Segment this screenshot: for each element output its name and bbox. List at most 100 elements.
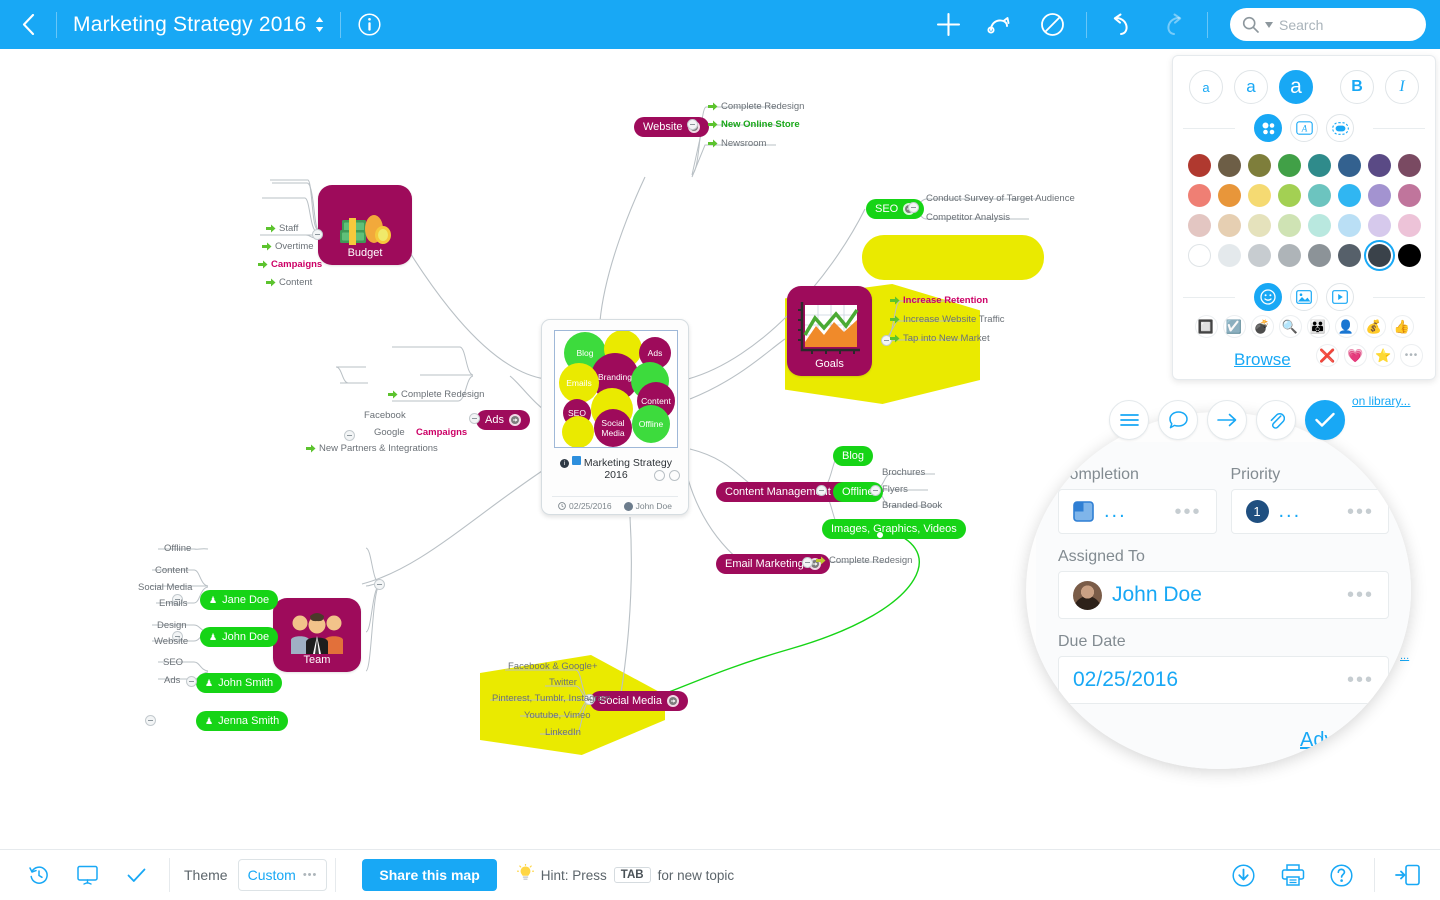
swatch[interactable] (1187, 214, 1211, 237)
sticker-error[interactable]: ❌ (1316, 344, 1339, 367)
topic-cm-blog[interactable]: Blog (833, 446, 874, 466)
sticker-family[interactable]: 👪 (1306, 315, 1330, 338)
topic-cm-flyers[interactable]: Flyers (882, 484, 908, 495)
redo-button[interactable] (1147, 0, 1199, 49)
text-color-tab[interactable]: A (1290, 114, 1318, 142)
topic-budget-content[interactable]: Content (266, 277, 312, 288)
swatch[interactable] (1337, 184, 1361, 207)
swatch[interactable] (1187, 244, 1211, 267)
icon-library-link[interactable]: on library... (1352, 394, 1410, 408)
swatch[interactable] (1217, 244, 1241, 267)
collapse-ads[interactable] (469, 413, 480, 424)
font-size-small-button[interactable]: a (1189, 70, 1223, 104)
sticker-money-bag[interactable]: 💰 (1362, 315, 1386, 338)
swatch[interactable] (1277, 244, 1301, 267)
browse-link[interactable]: Browse (1234, 350, 1291, 370)
topic-sm-facebook[interactable]: Facebook & Google+ (508, 661, 598, 672)
back-button[interactable] (0, 0, 56, 49)
sticker-heart[interactable]: 💗 (1344, 344, 1367, 367)
share-map-button[interactable]: Share this map (362, 859, 497, 891)
central-topic[interactable]: Blog Ads Branding Emails Content SEO Off… (541, 319, 689, 515)
topic-jenna-ads[interactable]: Ads (164, 675, 180, 686)
topic-sm-twitter[interactable]: Twitter (549, 677, 577, 688)
topic-jenna-seo[interactable]: SEO (163, 657, 183, 668)
swatch[interactable] (1247, 214, 1271, 237)
theme-more-icon[interactable]: ••• (303, 869, 318, 881)
topic-ads[interactable]: Ads (476, 410, 530, 430)
topic-team-jane-doe[interactable]: ♟ Jane Doe (200, 590, 279, 610)
note-badge-icon[interactable] (654, 470, 665, 481)
search-input[interactable]: Search (1230, 8, 1426, 41)
topic-cm-branded-book[interactable]: Branded Book (882, 500, 942, 511)
swatch[interactable] (1367, 214, 1391, 237)
swatch[interactable] (1307, 154, 1331, 177)
completion-field[interactable]: ... ••• (1058, 489, 1217, 534)
collapse-budget[interactable] (312, 229, 323, 240)
swatch[interactable] (1397, 244, 1421, 267)
due-date-field[interactable]: 02/25/2016 ••• (1058, 656, 1389, 704)
topic-johndoe-social[interactable]: Social Media (138, 582, 192, 593)
sticker-star[interactable]: ⭐ (1372, 344, 1395, 367)
swatch[interactable] (1367, 154, 1391, 177)
topic-website-redesign[interactable]: Complete Redesign (708, 101, 804, 112)
topic-website-newsroom[interactable]: Newsroom (708, 138, 766, 149)
swatch[interactable] (1247, 154, 1271, 177)
priority-more-button[interactable]: ••• (1347, 502, 1374, 522)
assigned-more-button[interactable]: ••• (1347, 585, 1374, 605)
topic-seo-competitor[interactable]: Competitor Analysis (926, 212, 1010, 223)
collapse-jenna-smith[interactable] (145, 715, 156, 726)
swatch[interactable] (1337, 154, 1361, 177)
swatch[interactable] (1187, 154, 1211, 177)
video-tab[interactable] (1326, 283, 1354, 311)
swatch[interactable] (1277, 214, 1301, 237)
magic-wand-icon[interactable] (1058, 726, 1084, 755)
swatch[interactable] (1397, 154, 1421, 177)
topic-website-store[interactable]: New Online Store (708, 119, 800, 130)
relationship-button[interactable] (974, 0, 1026, 49)
collapse-ads-campaigns[interactable] (344, 430, 355, 441)
sticker-bomb[interactable]: 💣 (1250, 315, 1274, 338)
topic-seo-survey[interactable]: Conduct Survey of Target Audience (926, 193, 1075, 204)
topic-team-john-smith[interactable]: ♟ John Smith (196, 673, 283, 693)
info-button[interactable] (341, 0, 397, 49)
link-button[interactable] (1207, 400, 1247, 440)
topic-goals[interactable]: Goals (787, 286, 872, 376)
topic-johnsmith-website[interactable]: Website (154, 636, 188, 647)
topic-budget[interactable]: Budget (318, 185, 412, 265)
collapse-content-management[interactable] (816, 485, 827, 496)
presentation-button[interactable] (63, 850, 112, 900)
fill-color-tab[interactable] (1254, 114, 1282, 142)
swatch[interactable] (1217, 184, 1241, 207)
topic-team-john-doe[interactable]: ♟ John Doe (200, 627, 279, 647)
swatch[interactable] (1307, 214, 1331, 237)
topic-goals-retention[interactable]: Increase Retention (890, 295, 988, 306)
task-filter-button[interactable] (112, 850, 161, 900)
sticker-person[interactable]: 👤 (1334, 315, 1358, 338)
sticker-blue-square[interactable]: 🔲 (1194, 315, 1218, 338)
topic-ads-google[interactable]: Google (374, 427, 405, 438)
notes-button[interactable] (1109, 400, 1149, 440)
due-date-more-button[interactable]: ••• (1347, 670, 1374, 690)
collapse-website[interactable] (687, 119, 698, 130)
topic-jane-offline[interactable]: Offline (164, 543, 191, 554)
topic-johndoe-emails[interactable]: Emails (159, 598, 188, 609)
collapse-cm-offline[interactable] (870, 485, 881, 496)
topic-johndoe-content[interactable]: Content (155, 565, 188, 576)
swatch[interactable] (1187, 184, 1211, 207)
central-topic-actions[interactable] (654, 470, 680, 481)
relationship-anchor-images[interactable] (876, 531, 884, 539)
document-title-button[interactable]: Marketing Strategy 2016 (57, 13, 340, 37)
swatch[interactable] (1247, 184, 1271, 207)
task-badge-icon[interactable] (669, 470, 680, 481)
swatch[interactable] (1277, 154, 1301, 177)
swatch[interactable] (1397, 214, 1421, 237)
topic-ads-redesign[interactable]: Complete Redesign (388, 389, 484, 400)
collapse-email-marketing[interactable] (802, 557, 813, 568)
swatch[interactable] (1307, 244, 1331, 267)
completion-more-button[interactable]: ••• (1174, 502, 1201, 522)
topic-sm-linkedin[interactable]: LinkedIn (545, 727, 581, 738)
topic-goals-market[interactable]: Tap into New Market (890, 333, 990, 344)
download-button[interactable] (1219, 850, 1268, 900)
topic-budget-overtime[interactable]: Overtime (262, 241, 314, 252)
font-size-medium-button[interactable]: a (1234, 70, 1268, 104)
